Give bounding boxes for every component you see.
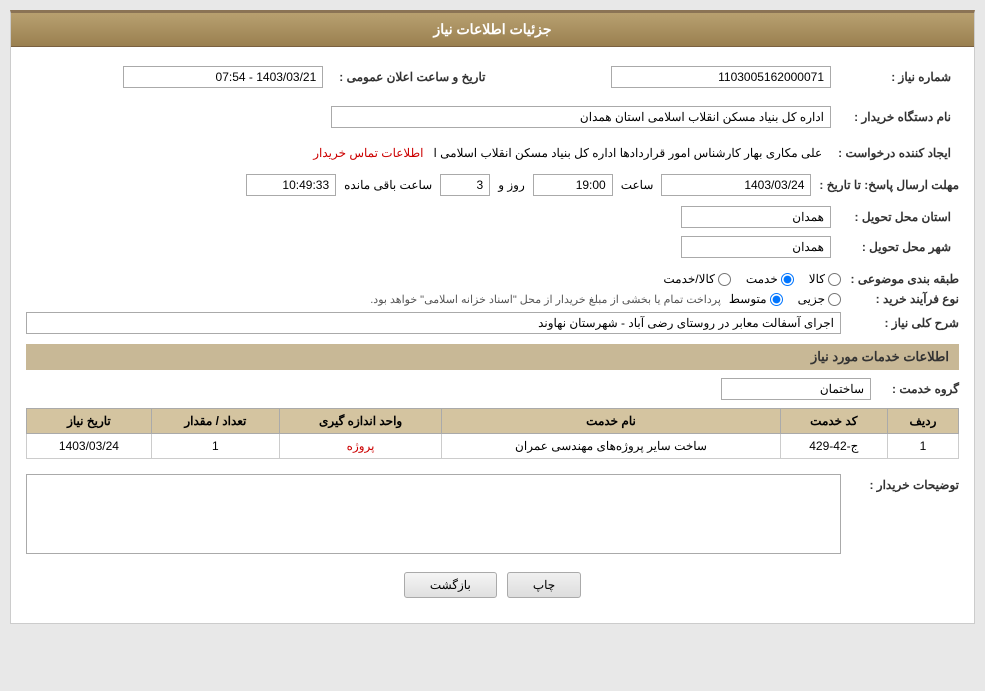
reply-time-label: ساعت <box>621 178 654 192</box>
creator-link[interactable]: اطلاعات تماس خریدار <box>313 146 423 160</box>
description-value: اجرای آسفالت معابر در روستای رضی آباد - … <box>26 312 841 334</box>
category-options: کالا خدمت کالا/خدمت <box>663 272 841 286</box>
buyer-org-label: نام دستگاه خریدار : <box>839 102 959 132</box>
cell-row-num: 1 <box>887 434 958 459</box>
radio-kala-khedmat[interactable]: کالا/خدمت <box>663 272 730 286</box>
reply-time-value: 19:00 <box>533 174 613 196</box>
announce-date-label: تاریخ و ساعت اعلان عمومی : <box>331 62 505 92</box>
city-label: شهر محل تحویل : <box>839 232 959 262</box>
reply-days-label: روز و <box>498 178 525 192</box>
radio-jozyi-input[interactable] <box>828 293 841 306</box>
cell-date: 1403/03/24 <box>27 434 152 459</box>
need-number-value: 1103005162000071 <box>611 66 831 88</box>
services-table: ردیف کد خدمت نام خدمت واحد اندازه گیری ت… <box>26 408 959 459</box>
description-label: شرح کلی نیاز : <box>849 312 959 330</box>
cell-service-name: ساخت سایر پروژه‌های مهندسی عمران <box>442 434 780 459</box>
reply-remaining-value: 10:49:33 <box>246 174 336 196</box>
cell-unit: پروژه <box>279 434 441 459</box>
col-service-code: کد خدمت <box>780 409 887 434</box>
buyer-desc-label: توضیحات خریدار : <box>849 474 959 492</box>
col-unit: واحد اندازه گیری <box>279 409 441 434</box>
radio-khedmat-label: خدمت <box>746 272 778 286</box>
page-title: جزئیات اطلاعات نیاز <box>11 13 974 47</box>
cell-service-code: ج-42-429 <box>780 434 887 459</box>
radio-khedmat-input[interactable] <box>781 273 794 286</box>
print-button[interactable]: چاپ <box>507 572 581 598</box>
radio-jozyi[interactable]: جزیی <box>798 292 841 306</box>
radio-motevaset-label: متوسط <box>729 292 767 306</box>
reply-remaining-label: ساعت باقی مانده <box>344 178 432 192</box>
radio-kala-khedmat-label: کالا/خدمت <box>663 272 714 286</box>
radio-motevaset-input[interactable] <box>770 293 783 306</box>
process-note: پرداخت تمام یا بخشی از مبلغ خریدار از مح… <box>370 293 721 306</box>
reply-date-label: مهلت ارسال پاسخ: تا تاریخ : <box>819 178 959 192</box>
col-quantity: تعداد / مقدار <box>151 409 279 434</box>
radio-khedmat[interactable]: خدمت <box>746 272 794 286</box>
announce-date-value: 1403/03/21 - 07:54 <box>123 66 323 88</box>
back-button[interactable]: بازگشت <box>404 572 497 598</box>
province-label: استان محل تحویل : <box>839 202 959 232</box>
col-date: تاریخ نیاز <box>27 409 152 434</box>
radio-kala-khedmat-input[interactable] <box>718 273 731 286</box>
process-label: نوع فرآیند خرید : <box>849 292 959 306</box>
buyer-desc-input[interactable] <box>26 474 841 554</box>
category-label: طبقه بندی موضوعی : <box>849 272 959 286</box>
radio-kala[interactable]: کالا <box>809 272 841 286</box>
reply-days-value: 3 <box>440 174 490 196</box>
buyer-org-value: اداره کل بنیاد مسکن انقلاب اسلامی استان … <box>331 106 831 128</box>
col-row-num: ردیف <box>887 409 958 434</box>
col-service-name: نام خدمت <box>442 409 780 434</box>
group-service-value: ساختمان <box>721 378 871 400</box>
city-value: همدان <box>681 236 831 258</box>
group-service-label: گروه خدمت : <box>879 382 959 396</box>
radio-kala-label: کالا <box>809 272 825 286</box>
province-value: همدان <box>681 206 831 228</box>
cell-quantity: 1 <box>151 434 279 459</box>
radio-motevaset[interactable]: متوسط <box>729 292 783 306</box>
creator-label: ایجاد کننده درخواست : <box>830 142 959 164</box>
table-row: 1 ج-42-429 ساخت سایر پروژه‌های مهندسی عم… <box>27 434 959 459</box>
need-number-label: شماره نیاز : <box>839 62 959 92</box>
creator-value: علی مکاری بهار کارشناس امور قراردادها اد… <box>433 146 822 160</box>
radio-kala-input[interactable] <box>828 273 841 286</box>
services-section-title: اطلاعات خدمات مورد نیاز <box>26 344 959 370</box>
radio-jozyi-label: جزیی <box>798 292 825 306</box>
button-row: چاپ بازگشت <box>26 572 959 598</box>
reply-date-value: 1403/03/24 <box>661 174 811 196</box>
process-options: جزیی متوسط <box>729 292 841 306</box>
